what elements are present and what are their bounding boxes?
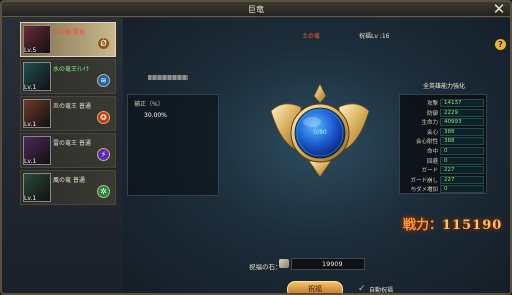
- stat-label: 命中: [426, 149, 438, 155]
- auto-bless-checkbox[interactable]: ✓: [358, 285, 366, 294]
- dragon-card[interactable]: Lv.1 雷の竜王 普通 ⚡: [20, 133, 116, 168]
- dragon-list: Lv.5 土の竜 覇竜 Ǿ Lv.1 水の竜王ｲﾚｲﾅ ≋ Lv.1 炎の竜王 普通 ❂ Lv.1…: [20, 18, 120, 208]
- bonus-panel: 補正（%） 30.00%: [127, 94, 219, 196]
- stat-row: 与ダメ増加 0: [400, 185, 488, 194]
- stat-value: 388: [440, 137, 484, 146]
- stat-value: 2229: [440, 108, 484, 117]
- stat-value: 0: [440, 147, 484, 155]
- stat-value: 227: [440, 166, 484, 175]
- stats-title: 全英雄能力強化: [423, 83, 466, 90]
- close-icon[interactable]: ✕: [491, 2, 507, 17]
- dragon-card[interactable]: Lv.5 土の竜 覇竜 Ǿ: [20, 22, 116, 57]
- combat-power: 戦力：115190: [403, 214, 502, 233]
- dragon-name: 風の竜 普通: [53, 177, 85, 184]
- bless-level: 祝福Lv :16: [359, 33, 390, 40]
- stat-row: 回避 0: [400, 156, 488, 166]
- stat-label: 会心: [426, 129, 438, 136]
- bless-button[interactable]: 祝福: [287, 281, 343, 293]
- stat-row: 攻撃 14137: [400, 99, 488, 108]
- stat-value: 227: [440, 175, 484, 184]
- stat-value: 388: [440, 127, 484, 136]
- stat-label: 生命力: [421, 120, 438, 127]
- stat-label: 与ダメ増加: [410, 187, 438, 194]
- element-icon: Ǿ: [97, 37, 110, 50]
- stat-value: 0: [440, 185, 484, 194]
- dragon-name: 雷の竜王 普通: [53, 140, 91, 147]
- stat-row: 生命力 40993: [400, 118, 488, 127]
- stat-value: 14137: [440, 99, 484, 107]
- dragon-level: Lv.5: [24, 47, 37, 54]
- stat-label: 攻撃: [426, 101, 438, 107]
- orb-progress: 0/80: [313, 129, 327, 136]
- element-icon: ✲: [97, 185, 110, 198]
- stat-row: 会心耐性 388: [400, 137, 488, 146]
- combat-power-label: 戦力：: [403, 218, 443, 233]
- element-icon: ⚡: [97, 148, 110, 161]
- bless-stone-label: 祝福の石：: [249, 263, 282, 271]
- element-icon: ≋: [97, 74, 110, 87]
- dragon-card[interactable]: Lv.1 炎の竜王 普通 ❂: [20, 96, 116, 131]
- dragon-card[interactable]: Lv.1 風の竜 普通 ✲: [20, 170, 116, 205]
- stat-row: 命中 0: [400, 147, 488, 156]
- main-panel: ? 土の竜 祝福Lv :16 補正（%） 30.00% 0/80 全英雄能力強化…: [123, 18, 510, 294]
- stat-label: ガード崩し: [410, 177, 438, 184]
- blurred-label: [148, 75, 188, 80]
- stat-row: ガード 227: [400, 166, 488, 175]
- bless-stone-icon: [279, 259, 289, 268]
- dragon-name: 土の竜 覇竜: [53, 29, 85, 36]
- stat-label: 防御: [426, 110, 438, 117]
- dragon-name: 炎の竜王 普通: [53, 103, 91, 110]
- dragon-level: Lv.1: [24, 84, 37, 91]
- bonus-value: 30.00%: [144, 112, 167, 119]
- dragon-level: Lv.1: [24, 195, 37, 202]
- dragon-card[interactable]: Lv.1 水の竜王ｲﾚｲﾅ ≋: [20, 59, 116, 94]
- dragon-window: 巨竜 ✕ Lv.5 土の竜 覇竜 Ǿ Lv.1 水の竜王ｲﾚｲﾅ ≋ Lv.1 炎の竜王 普通…: [0, 0, 512, 295]
- combat-power-value: 115190: [442, 218, 503, 233]
- bonus-label: 補正（%）: [134, 101, 164, 108]
- auto-bless-label: 自動祝福: [369, 287, 394, 294]
- window-title: 巨竜: [2, 2, 510, 17]
- element-icon: ❂: [97, 111, 110, 124]
- stat-row: ガード崩し 227: [400, 175, 488, 185]
- stat-label: 回避: [426, 158, 438, 165]
- stat-row: 防御 2229: [400, 108, 488, 118]
- stat-label: ガード: [421, 168, 438, 175]
- stat-value: 40993: [440, 118, 484, 127]
- selected-dragon-name: 土の竜: [302, 33, 321, 40]
- stat-value: 0: [440, 156, 484, 165]
- blessing-orb: 0/80: [265, 81, 375, 181]
- stat-row: 会心 388: [400, 127, 488, 137]
- stat-label: 会心耐性: [415, 139, 438, 146]
- dragon-name: 水の竜王ｲﾚｲﾅ: [53, 66, 90, 73]
- dragon-level: Lv.1: [24, 158, 37, 165]
- help-icon[interactable]: ?: [495, 39, 506, 50]
- dragon-level: Lv.1: [24, 121, 37, 128]
- stats-table: 攻撃 14137 防御 2229 生命力 40993 会心 388 会心耐性 388 命中 0 回避 0 ガ…: [399, 94, 487, 194]
- bless-stone-count: 19909: [291, 258, 365, 270]
